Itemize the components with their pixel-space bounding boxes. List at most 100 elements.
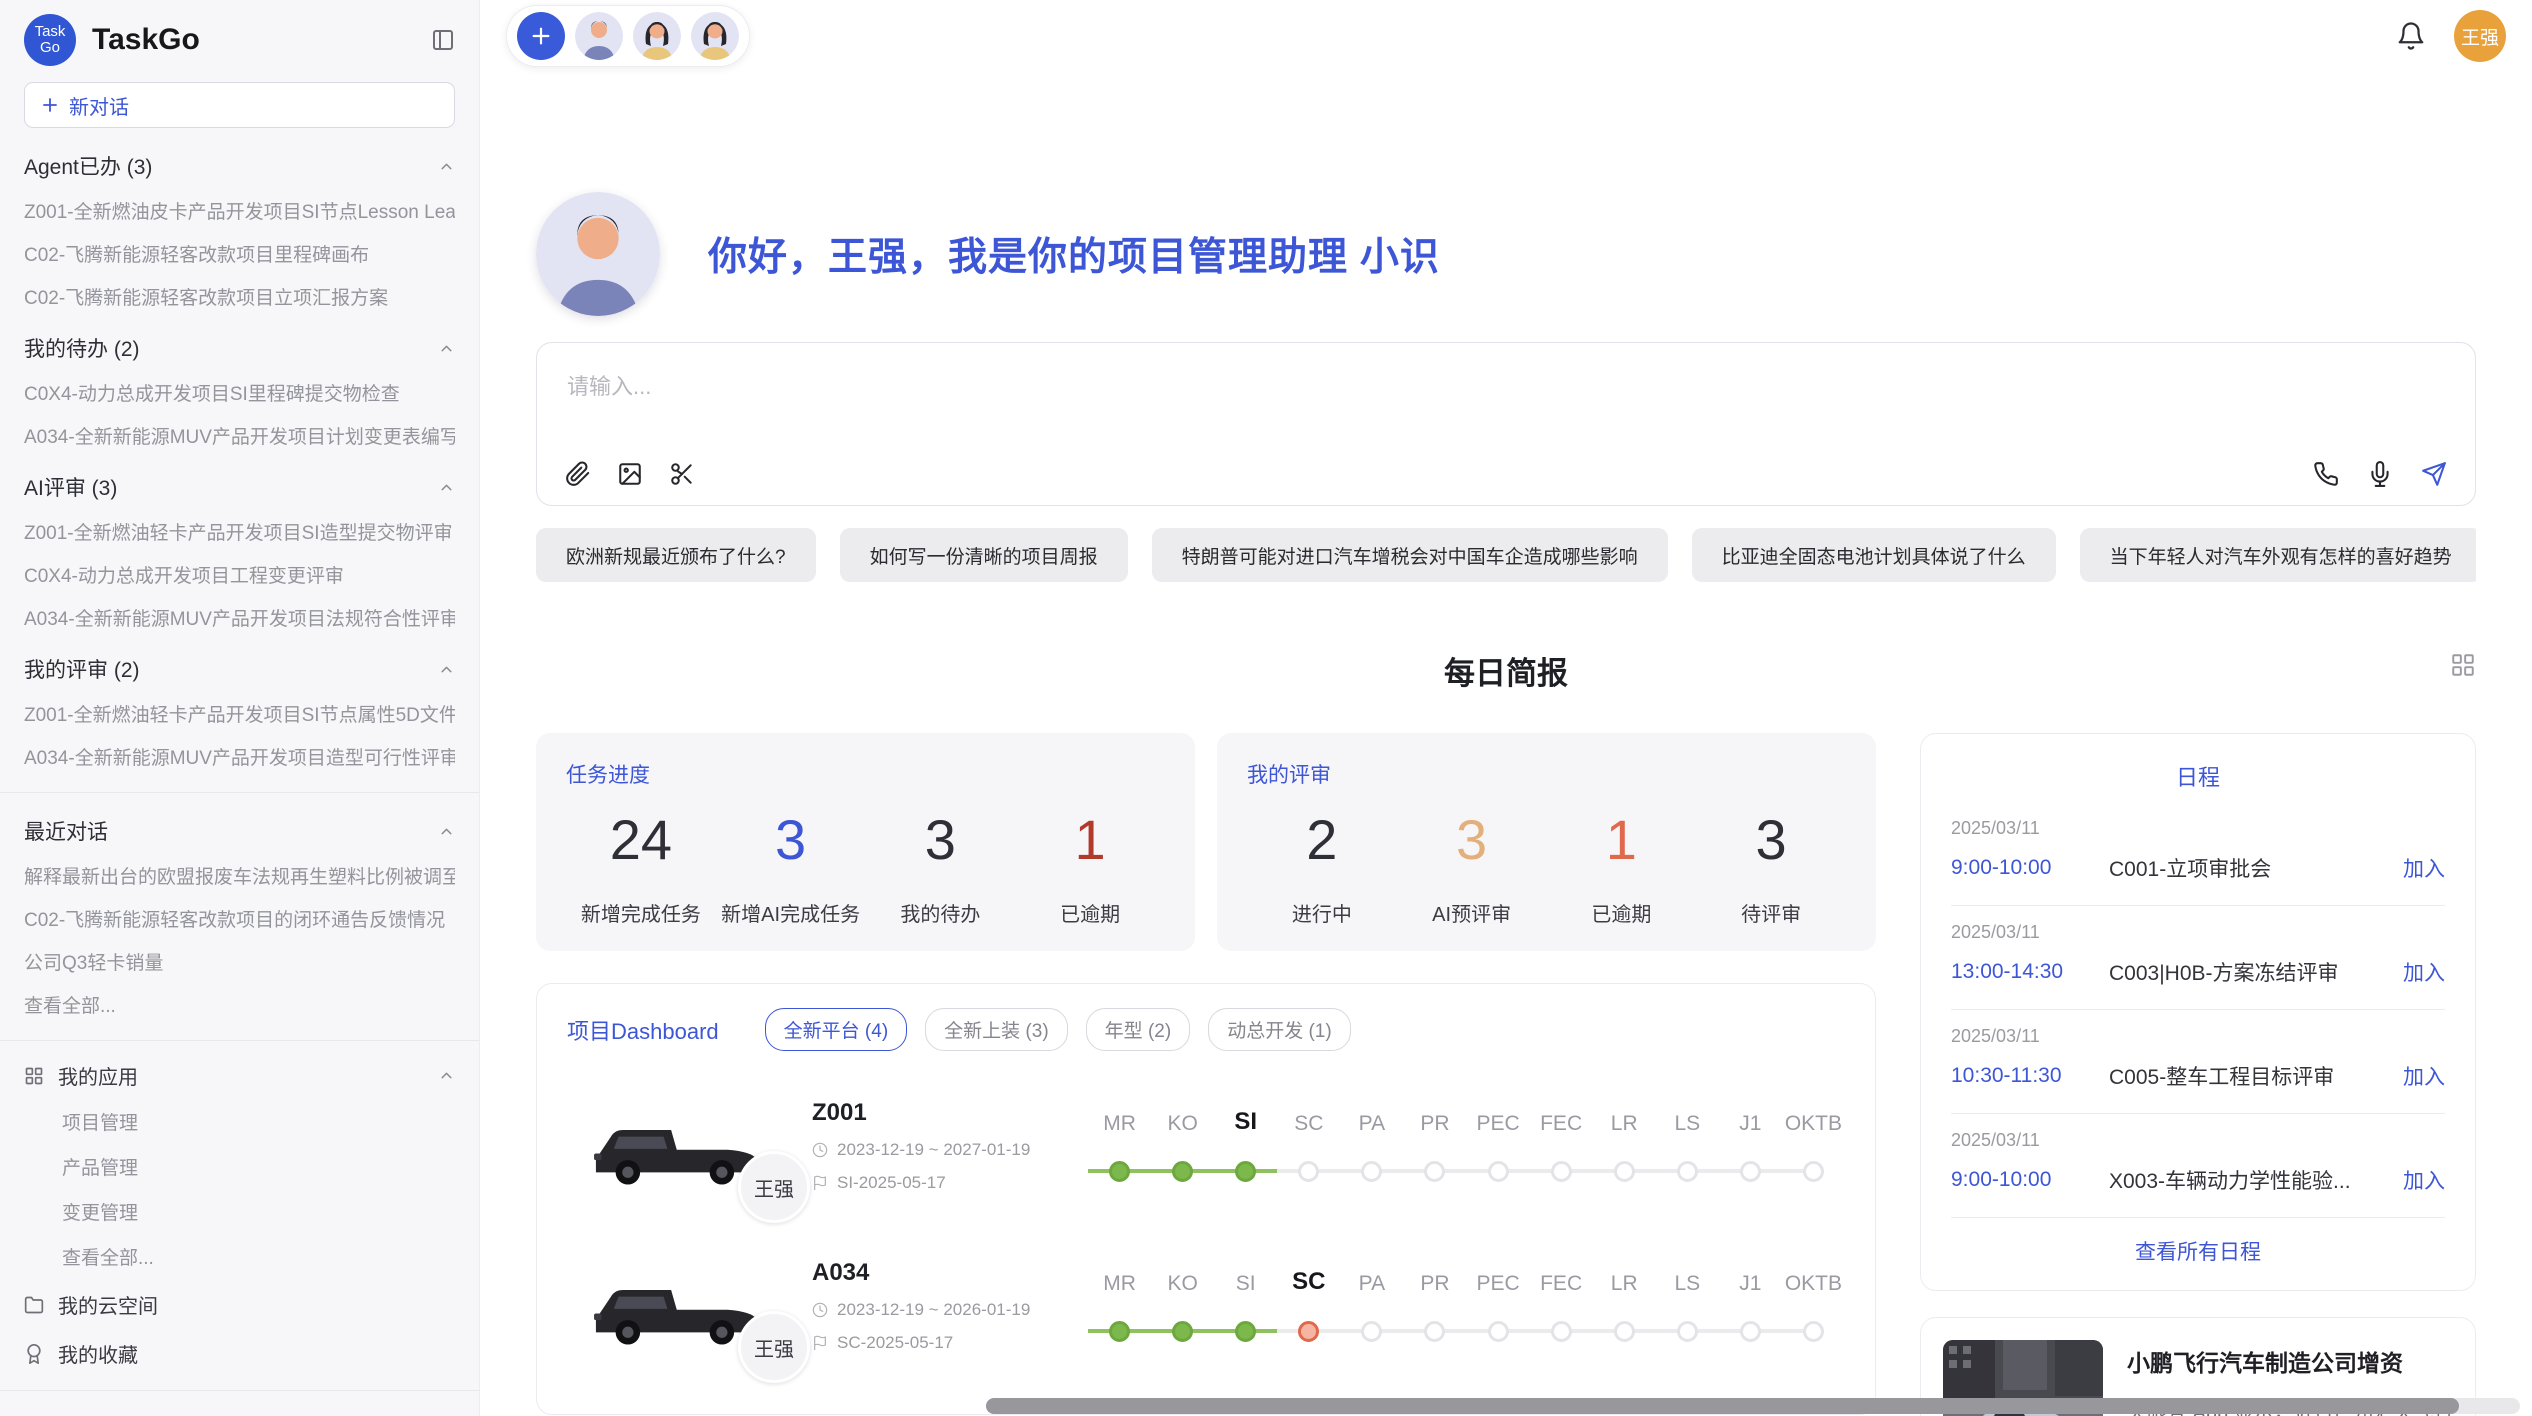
join-link[interactable]: 加入 [2403,957,2445,987]
sidebar-conversation-item[interactable]: A034-全新新能源MUV产品开发项目法规符合性评审 [24,604,455,631]
sidebar-item-change-mgmt[interactable]: 变更管理 [62,1198,455,1225]
join-link[interactable]: 加入 [2403,1165,2445,1195]
section-my-review[interactable]: 我的评审 (2) [24,654,455,684]
paperclip-icon[interactable] [565,461,591,487]
avatar[interactable] [633,12,681,60]
project-code: A034 [812,1259,1080,1287]
avatar[interactable] [691,12,739,60]
scissors-icon[interactable] [669,461,695,487]
layout-grid-icon[interactable] [2450,652,2476,678]
tab-powertrain-dev[interactable]: 动总开发 (1) [1208,1008,1351,1051]
apps-view-all[interactable]: 查看全部... [62,1243,455,1270]
sidebar-item-project-mgmt[interactable]: 项目管理 [62,1108,455,1135]
tab-new-body[interactable]: 全新上装 (3) [925,1008,1068,1051]
suggestion-chip[interactable]: 比亚迪全固态电池计划具体说了什么 [1692,528,2056,582]
sidebar-conversation-item[interactable]: A034-全新新能源MUV产品开发项目计划变更表编写 [24,422,455,449]
assistant-avatar [536,192,660,316]
sidebar-conversation-item[interactable]: Z001-全新燃油轻卡产品开发项目SI节点属性5D文件评审 [24,700,455,727]
send-icon[interactable] [2421,461,2447,487]
milestone-dot [1614,1321,1635,1342]
sidebar-item-my-apps[interactable]: 我的应用 [24,1061,455,1090]
sidebar-conversation-item[interactable]: Z001-全新燃油轻卡产品开发项目SI造型提交物评审 [24,518,455,545]
sidebar-conversation-item[interactable]: C0X4-动力总成开发项目工程变更评审 [24,561,455,588]
section-label: 我的待办 (2) [24,333,140,363]
sidebar-collapse-icon[interactable] [431,28,455,52]
project-row[interactable]: 王强 Z001 2023-12-19 ~ 2027-01-19 [567,1099,1845,1193]
section-my-todo[interactable]: 我的待办 (2) [24,333,455,363]
tab-new-platform[interactable]: 全新平台 (4) [765,1008,908,1051]
milestone-label: FEC [1530,1112,1593,1136]
milestone-dot [1803,1321,1824,1342]
section-recent-chats[interactable]: 最近对话 [24,816,455,846]
sidebar-conversation-item[interactable]: C0X4-动力总成开发项目SI里程碑提交物检查 [24,379,455,406]
avatar[interactable] [575,12,623,60]
app-logo-text-top: Task [35,24,66,40]
recent-chat-item[interactable]: 公司Q3轻卡销量 [24,948,455,975]
grid-icon [24,1066,44,1086]
add-chat-button[interactable] [517,12,565,60]
schedule-event: 2025/03/11 10:30-11:30 C005-整车工程目标评审 加入 [1951,1010,2445,1114]
milestone-label: LS [1656,1272,1719,1296]
scrollbar-thumb[interactable] [986,1398,2459,1414]
milestone-dot [1551,1321,1572,1342]
topbar: 王强 [480,0,2532,72]
suggestion-chip[interactable]: 如何写一份清晰的项目周报 [840,528,1128,582]
content: 你好，王强，我是你的项目管理助理 小识 欧洲新规最近颁布了什么? 如何写一份清晰… [480,72,2532,1416]
join-link[interactable]: 加入 [2403,853,2445,883]
sidebar-item-cloud-space[interactable]: 我的云空间 [24,1290,455,1319]
sidebar-conversation-item[interactable]: C02-飞腾新能源轻客改款项目立项汇报方案 [24,283,455,310]
chevron-up-icon[interactable] [438,340,455,357]
recent-chats-view-all[interactable]: 查看全部... [24,991,455,1018]
event-time: 10:30-11:30 [1951,1064,2109,1088]
suggestion-chip[interactable]: 欧洲新规最近颁布了什么? [536,528,816,582]
milestone-dot [1172,1321,1193,1342]
milestone-label: J1 [1719,1272,1782,1296]
suggestion-chip[interactable]: 特朗普可能对进口汽车增税会对中国车企造成哪些影响 [1152,528,1668,582]
app-logo-text-bottom: Go [40,40,60,56]
plus-icon [41,96,59,114]
news-title: 小鹏飞行汽车制造公司增资 [2127,1344,2453,1378]
sidebar-item-product-mgmt[interactable]: 产品管理 [62,1153,455,1180]
stat-new-ai-done-tasks: 3 新增AI完成任务 [716,807,866,927]
image-icon[interactable] [617,461,643,487]
phone-icon[interactable] [2313,461,2339,487]
chevron-up-icon[interactable] [438,1067,455,1084]
sidebar-list: Agent已办 (3) Z001-全新燃油皮卡产品开发项目SI节点Lesson … [0,128,479,1416]
tab-model-year[interactable]: 年型 (2) [1086,1008,1191,1051]
milestone-label: PR [1403,1272,1466,1296]
milestone-dot [1361,1321,1382,1342]
milestone-dot [1677,1321,1698,1342]
chat-input[interactable] [537,343,2475,433]
project-row[interactable]: 王强 A034 2023-12-19 ~ 2026-01-19 [567,1259,1845,1353]
stat-review-overdue: 1 已逾期 [1547,807,1697,927]
menu-label: 我的收藏 [58,1339,138,1368]
section-ai-review[interactable]: AI评审 (3) [24,472,455,502]
recent-chat-item[interactable]: 解释最新出台的欧盟报废车法规再生塑料比例被调至15%... [24,862,455,889]
chevron-up-icon[interactable] [438,661,455,678]
event-date: 2025/03/11 [1951,1026,2445,1047]
recent-chat-item[interactable]: C02-飞腾新能源轻客改款项目的闭环通告反馈情况 [24,905,455,932]
clock-icon [812,1302,828,1318]
menu-label: AI超级员工 [58,1411,157,1416]
sidebar-conversation-item[interactable]: C02-飞腾新能源轻客改款项目里程碑画布 [24,240,455,267]
chevron-up-icon[interactable] [438,158,455,175]
join-link[interactable]: 加入 [2403,1061,2445,1091]
section-agent-done[interactable]: Agent已办 (3) [24,151,455,181]
sidebar-item-favorites[interactable]: 我的收藏 [24,1339,455,1368]
suggestion-chip[interactable]: 当下年轻人对汽车外观有怎样的喜好趋势 [2080,528,2476,582]
schedule-card: 日程 2025/03/11 9:00-10:00 C001-立项审批会 加入 2… [1920,733,2476,1291]
view-all-schedule-link[interactable]: 查看所有日程 [1951,1218,2445,1280]
milestone-timeline: MRKOSISCPAPRPECFECLRLSJ1OKTB [1088,1108,1845,1184]
chevron-up-icon[interactable] [438,823,455,840]
suggestion-chips: 欧洲新规最近颁布了什么? 如何写一份清晰的项目周报 特朗普可能对进口汽车增税会对… [536,528,2476,582]
sidebar-conversation-item[interactable]: A034-全新新能源MUV产品开发项目造型可行性评审 [24,743,455,770]
chevron-up-icon[interactable] [438,479,455,496]
notification-bell-icon[interactable] [2396,21,2426,51]
sidebar-item-ai-super-staff[interactable]: AI超级员工 [24,1411,455,1416]
user-avatar[interactable]: 王强 [2454,10,2506,62]
microphone-icon[interactable] [2367,461,2393,487]
stat-ai-pre-review: 3 AI预评审 [1397,807,1547,927]
new-chat-button[interactable]: 新对话 [24,82,455,128]
sidebar-conversation-item[interactable]: Z001-全新燃油皮卡产品开发项目SI节点Lesson Learn报告 [24,197,455,224]
daily-briefing-title: 每日简报 [1444,656,1568,691]
